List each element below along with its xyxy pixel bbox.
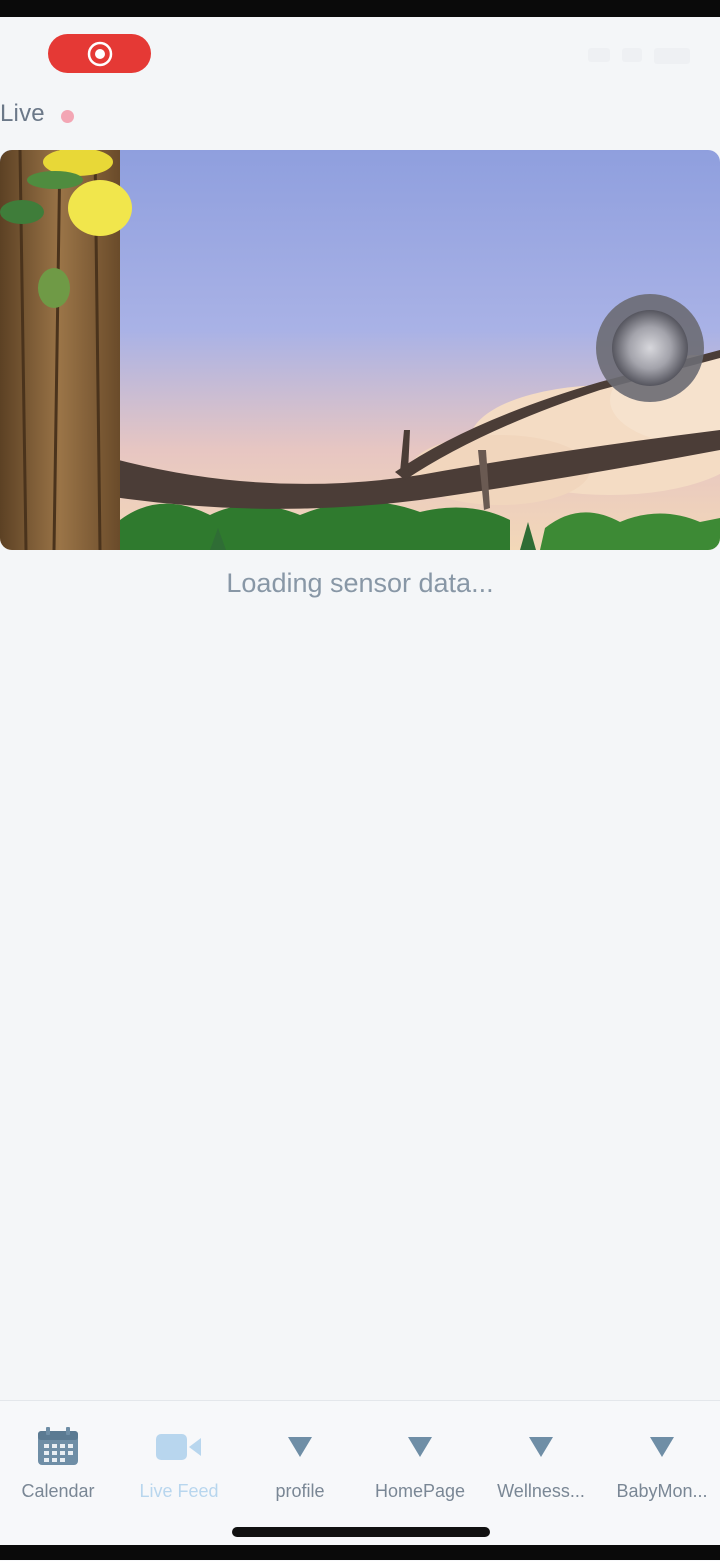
tab-profile[interactable]: profile [240, 1425, 360, 1505]
live-video-feed[interactable] [0, 150, 720, 550]
tab-label: Calendar [21, 1481, 95, 1501]
triangle-down-icon [408, 1437, 432, 1457]
loading-sensor-text: Loading sensor data... [226, 568, 494, 598]
tab-label: profile [275, 1481, 325, 1501]
screen-record-button[interactable] [48, 34, 151, 73]
triangle-down-icon [650, 1437, 674, 1457]
status-icons [588, 48, 690, 64]
top-system-bar [0, 0, 720, 17]
tab-babymonitor[interactable]: BabyMon... [602, 1425, 720, 1505]
bottom-system-strip [0, 1545, 720, 1560]
live-label: Live [0, 100, 45, 127]
live-indicator-dot [61, 110, 74, 123]
tab-label: HomePage [374, 1481, 466, 1501]
tab-calendar[interactable]: Calendar [0, 1425, 118, 1505]
tab-label: BabyMon... [616, 1481, 708, 1501]
home-indicator[interactable] [232, 1527, 490, 1537]
tab-wellness[interactable]: Wellness... [481, 1425, 601, 1505]
wifi-icon [622, 48, 642, 62]
triangle-down-icon [529, 1437, 553, 1457]
tab-live-feed[interactable]: Live Feed [119, 1425, 239, 1505]
tab-label: Wellness... [497, 1481, 585, 1501]
video-frame [0, 150, 720, 550]
triangle-down-icon [288, 1437, 312, 1457]
signal-icon [588, 48, 610, 62]
tab-label: Live Feed [139, 1481, 219, 1501]
calendar-icon [38, 1427, 78, 1465]
video-camera-icon [156, 1434, 201, 1460]
battery-icon [654, 48, 690, 64]
screen-record-icon [87, 41, 112, 66]
tab-homepage[interactable]: HomePage [360, 1425, 480, 1505]
